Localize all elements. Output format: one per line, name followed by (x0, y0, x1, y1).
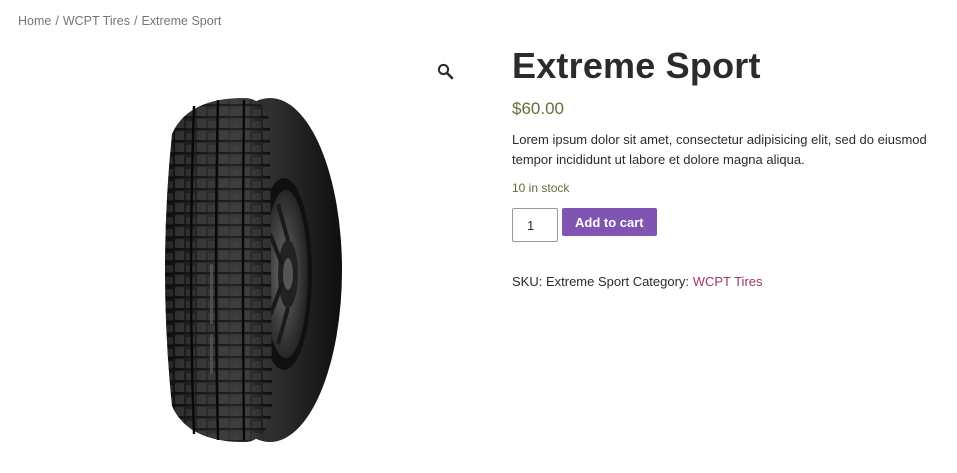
sku-value: Extreme Sport (545, 274, 630, 289)
product-description-line: tempor incididunt ut labore et dolore ma… (512, 152, 805, 167)
product-description: Lorem ipsum dolor sit amet, consectetur … (512, 130, 952, 170)
breadcrumb-separator: / (55, 14, 59, 28)
quantity-input[interactable] (512, 208, 558, 242)
add-to-cart-button[interactable]: Add to cart (562, 208, 657, 236)
breadcrumb: Home / WCPT Tires / Extreme Sport (18, 14, 221, 28)
product-gallery (18, 50, 468, 473)
product-meta: SKU: Extreme Sport Category: WCPT Tires (512, 274, 952, 289)
product-page: Home / WCPT Tires / Extreme Sport Extrem… (0, 0, 957, 473)
category-link[interactable]: WCPT Tires (693, 274, 763, 289)
product-image[interactable] (152, 94, 352, 446)
product-title: Extreme Sport (512, 45, 761, 86)
sku-label: SKU: (512, 274, 543, 289)
stock-status: 10 in stock (512, 181, 570, 195)
breadcrumb-category-link[interactable]: WCPT Tires (63, 14, 130, 28)
product-summary: Extreme Sport $60.00 Lorem ipsum dolor s… (512, 44, 952, 289)
magnifier-icon[interactable] (436, 62, 456, 82)
breadcrumb-home-link[interactable]: Home (18, 14, 51, 28)
add-to-cart-form: Add to cart (512, 208, 952, 244)
product-price: $60.00 (512, 99, 564, 118)
category-label: Category: (632, 274, 690, 289)
breadcrumb-current: Extreme Sport (141, 14, 222, 28)
breadcrumb-separator: / (133, 14, 138, 28)
product-description-line: Lorem ipsum dolor sit amet, consectetur … (512, 132, 927, 147)
